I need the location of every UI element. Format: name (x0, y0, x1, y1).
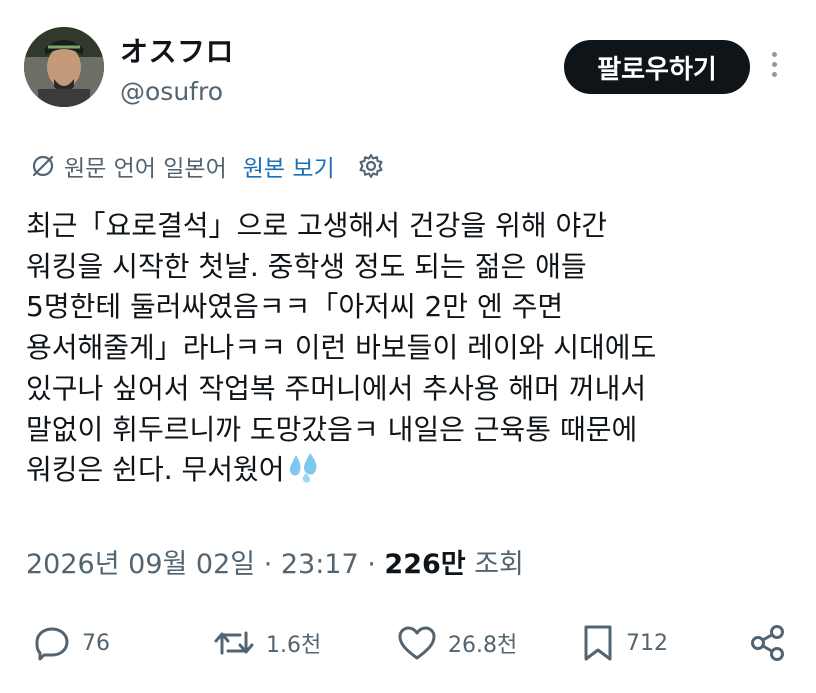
tweet-line: 최근「요로결석」으로 고생해서 건강을 위해 야간 (26, 209, 608, 242)
share-icon (751, 625, 784, 661)
heart-icon (398, 626, 436, 660)
like-count: 26.8천 (448, 633, 518, 658)
views-label: 조회 (465, 549, 524, 580)
reply-count: 76 (82, 630, 110, 656)
repost-button[interactable]: 1.6천 (212, 618, 321, 668)
tweet-text: 최근「요로결석」으로 고생해서 건강을 위해 야간 워킹을 시작한 첫날. 중학… (26, 206, 806, 491)
follow-button[interactable]: 팔로우하기 (564, 40, 750, 94)
reply-button[interactable]: 76 (32, 618, 110, 668)
avatar[interactable] (24, 27, 104, 107)
translation-source: 원문 언어 일본어 (64, 156, 227, 182)
tweet-meta: 2026년 09월 02일 · 23:17 · 226만 조회 (26, 542, 524, 581)
gear-icon[interactable] (357, 152, 385, 180)
repost-count: 1.6천 (266, 633, 322, 658)
views-count: 226만 (384, 549, 466, 580)
tweet-line: 있구나 싶어서 작업복 주머니에서 추사용 해머 꺼내서 (26, 371, 647, 405)
tweet-line: 워킹은 쉰다. 무서웠어 (26, 453, 285, 487)
bookmark-button[interactable]: 712 (580, 618, 668, 668)
tweet-line: 5명한테 둘러싸였음ㅋㅋ「아저씨 2만 엔 주면 (26, 290, 564, 324)
tweet-line: 용서해줄게」라나ㅋㅋ 이런 바보들이 레이와 시대에도 (26, 331, 657, 365)
share-button[interactable] (748, 618, 788, 668)
avatar-photo (24, 27, 104, 107)
repost-icon (214, 631, 254, 655)
more-vertical-icon[interactable] (768, 52, 780, 86)
reply-icon (35, 627, 69, 661)
display-name[interactable]: オスフロ (120, 30, 234, 70)
action-bar: 76 1.6천 26.8천 712 (0, 618, 816, 668)
tweet-line: 워킹을 시작한 첫날. 중학생 정도 되는 젊은 애들 (26, 249, 587, 283)
like-button[interactable]: 26.8천 (396, 618, 517, 668)
sweat-droplets-emoji (289, 453, 316, 483)
tweet-line-last: 워킹은 쉰다. 무서웠어 (26, 450, 806, 491)
show-original-link[interactable]: 원본 보기 (243, 149, 335, 183)
translate-globe-icon (32, 155, 54, 177)
tweet-line: 말없이 휘두르니까 도망갔음ㅋ 내일은 근육통 때문에 (26, 412, 638, 446)
translation-bar: 원문 언어 일본어 원본 보기 (30, 148, 385, 184)
bookmark-icon (584, 625, 612, 661)
user-handle[interactable]: @osufro (120, 77, 223, 106)
bookmark-count: 712 (626, 630, 668, 656)
timestamp[interactable]: 2026년 09월 02일 · 23:17 · (26, 549, 384, 580)
